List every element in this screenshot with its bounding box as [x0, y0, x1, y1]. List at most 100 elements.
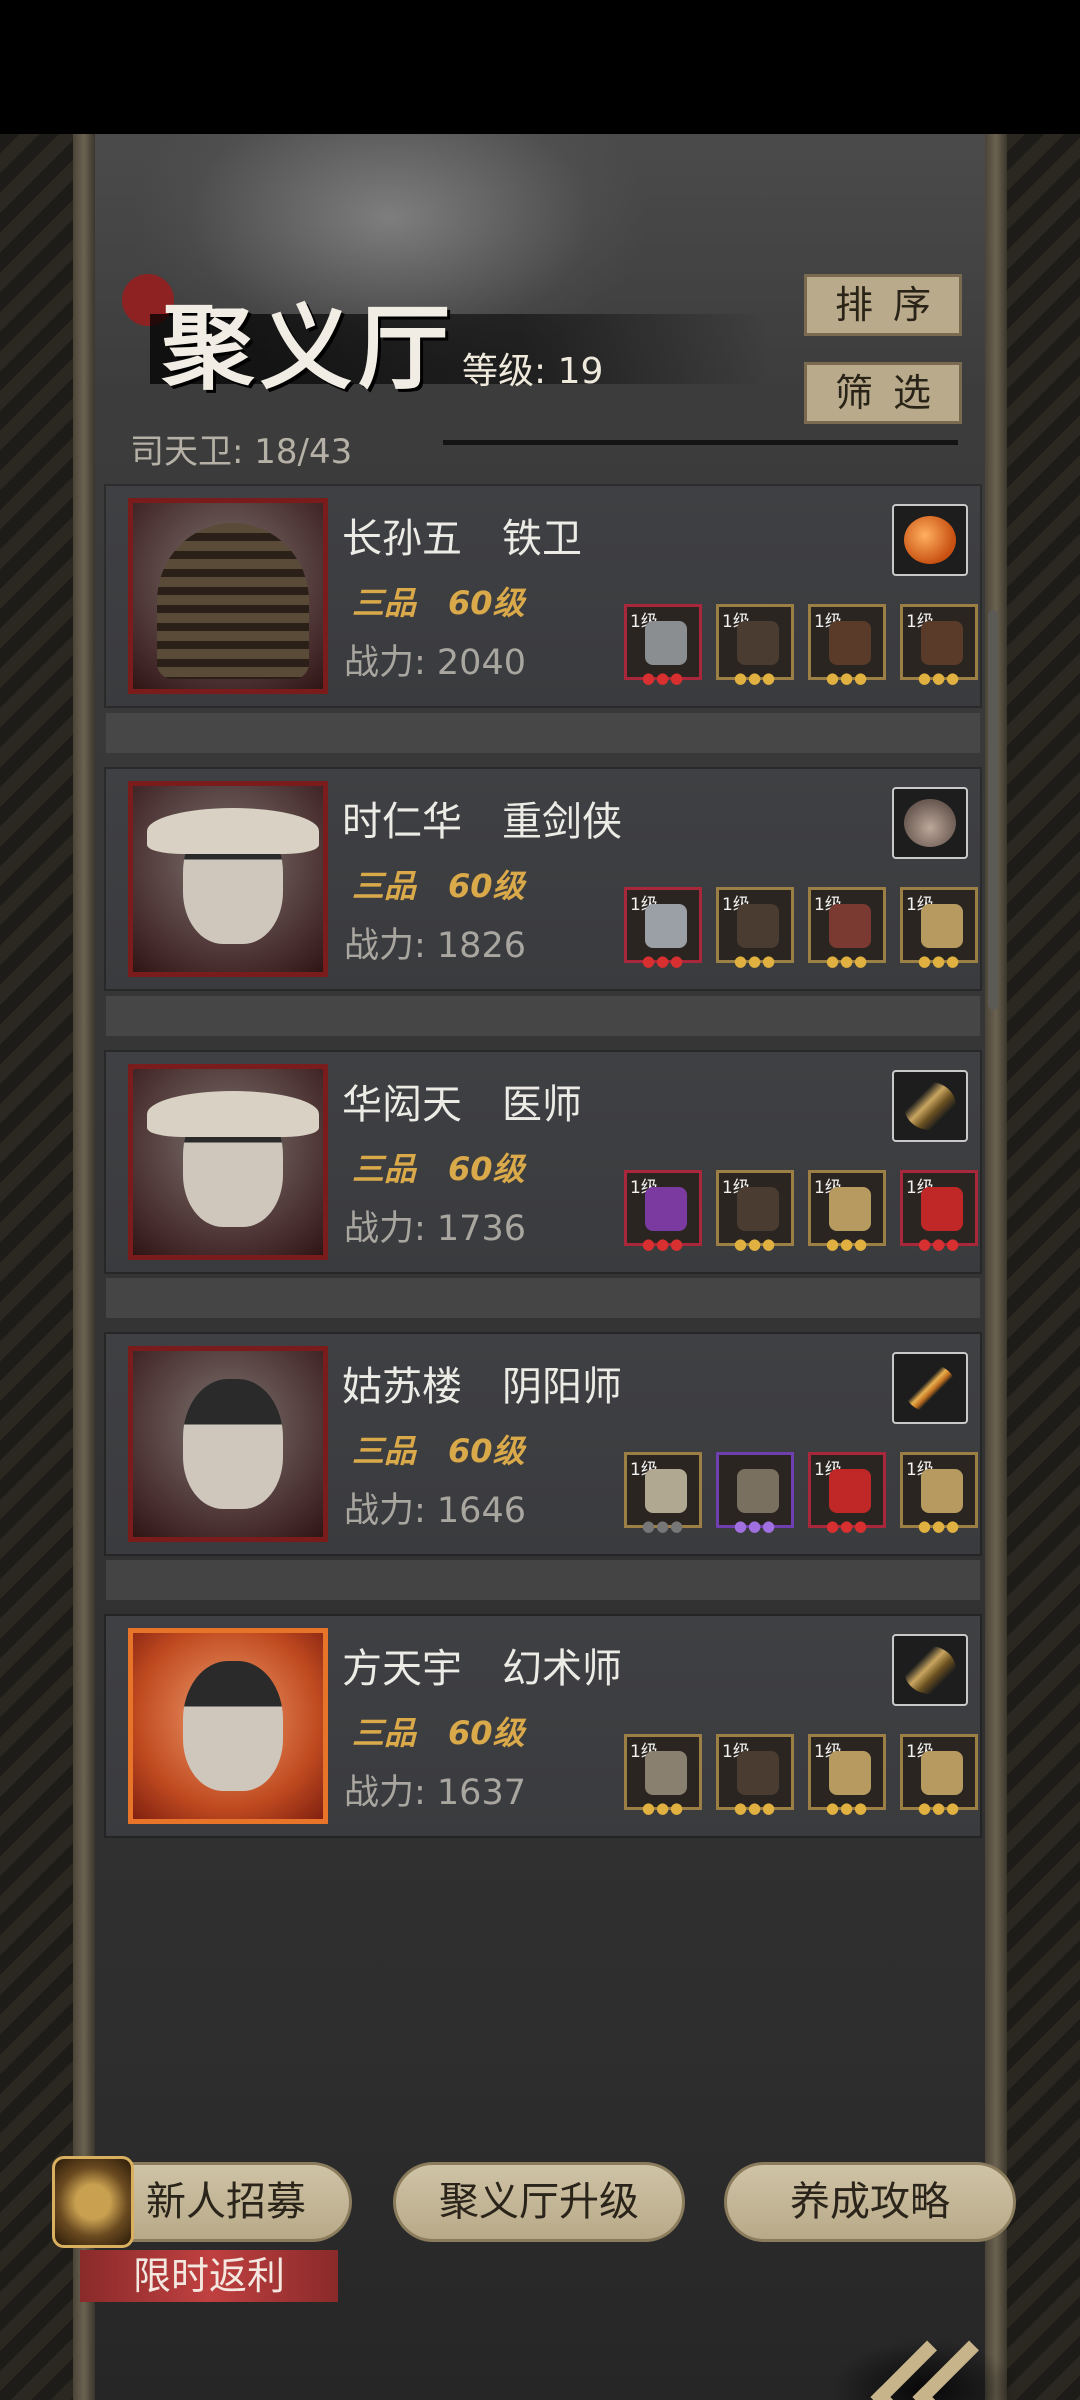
equipment-slot[interactable]: 1级 ●●●: [900, 1734, 978, 1816]
hero-name: 华闳天 医师: [342, 1082, 582, 1128]
armor-icon: [737, 621, 779, 665]
filter-button[interactable]: 筛选: [804, 362, 962, 424]
treasure-slot[interactable]: [892, 1070, 968, 1142]
treasure-slot[interactable]: [892, 504, 968, 576]
limited-rebate-badge[interactable]: 限时返利: [80, 2250, 338, 2302]
wand-icon: [904, 1364, 956, 1412]
hero-rank: 三品 60级: [352, 1150, 525, 1188]
star-dots-icon: ●●●: [825, 1235, 869, 1253]
mask-icon: [829, 904, 871, 948]
glove-icon: [829, 1469, 871, 1513]
sword-icon: [645, 904, 687, 948]
hero-power: 战力: 1736: [344, 1209, 526, 1249]
page-title: 聚义厅: [162, 294, 457, 402]
star-dots-icon: ●●●: [825, 952, 869, 970]
equipment-slot[interactable]: 1级 ●●●: [808, 1170, 886, 1252]
equipment-slot[interactable]: 1级 ●●●: [716, 604, 794, 686]
card-separator: [106, 996, 980, 1036]
list-scrollbar[interactable]: [988, 610, 998, 1010]
sort-button[interactable]: 排序: [804, 274, 962, 336]
hero-card[interactable]: 华闳天 医师 三品 60级 战力: 1736 1级 ●●● 1级 ●●● 1级 ●●● 1级 ●●●: [106, 1052, 980, 1272]
pouch-icon: [829, 1751, 871, 1795]
star-dots-icon: ●●●: [733, 1799, 777, 1817]
hero-portrait[interactable]: [128, 498, 328, 694]
hero-portrait[interactable]: [128, 1064, 328, 1260]
star-dots-icon: ●●●: [917, 952, 961, 970]
hero-power: 战力: 1637: [344, 1773, 526, 1813]
card-separator: [106, 713, 980, 753]
equipment-slot[interactable]: 1级 ●●●: [808, 887, 886, 969]
feather-icon: [904, 1646, 956, 1694]
armor-icon: [737, 904, 779, 948]
equipment-slot[interactable]: 1级 ●●●: [808, 1734, 886, 1816]
equipment-slot[interactable]: 1级 ●●●: [716, 1170, 794, 1252]
hero-power: 战力: 1646: [344, 1491, 526, 1531]
hero-face: [183, 1661, 283, 1791]
training-guide-button[interactable]: 养成攻略: [724, 2162, 1016, 2242]
pouch-icon: [921, 1469, 963, 1513]
robe-icon: [737, 1469, 779, 1513]
card-separator: [106, 1278, 980, 1318]
star-dots-icon: ●●●: [733, 669, 777, 687]
hero-card[interactable]: 方天宇 幻术师 三品 60级 战力: 1637 1级 ●●● 1级 ●●● 1级 ●●● 1级 ●●…: [106, 1616, 980, 1836]
hero-portrait[interactable]: [128, 1628, 328, 1824]
star-dots-icon: ●●●: [917, 1517, 961, 1535]
star-dots-icon: ●●●: [917, 1799, 961, 1817]
scythe-icon: [645, 1751, 687, 1795]
hero-card[interactable]: 姑苏楼 阴阳师 三品 60级 战力: 1646 1级 ●●● ●●● 1级 ●●● 1级 ●●●: [106, 1334, 980, 1554]
gourd-icon: [645, 1187, 687, 1231]
status-bar: [0, 0, 1080, 134]
feather-icon: [904, 1082, 956, 1130]
back-button[interactable]: [830, 2330, 1020, 2400]
hero-rank: 三品 60级: [352, 1432, 525, 1470]
equipment-slot[interactable]: 1级 ●●●: [624, 604, 702, 686]
equipment-slot[interactable]: 1级 ●●●: [900, 604, 978, 686]
staff-icon: [645, 1469, 687, 1513]
card-separator: [106, 1560, 980, 1600]
equipment-slot[interactable]: 1级 ●●●: [624, 887, 702, 969]
pouch-icon: [921, 904, 963, 948]
star-dots-icon: ●●●: [733, 1517, 777, 1535]
equipment-slot[interactable]: 1级 ●●●: [808, 1452, 886, 1534]
armor-icon: [737, 1187, 779, 1231]
equipment-slot[interactable]: 1级 ●●●: [900, 1170, 978, 1252]
rabbit-icon: [904, 799, 956, 847]
equipment-slot[interactable]: 1级 ●●●: [624, 1734, 702, 1816]
hero-portrait[interactable]: [128, 781, 328, 977]
equipment-slot[interactable]: 1级 ●●●: [624, 1452, 702, 1534]
equipment-slot[interactable]: 1级 ●●●: [716, 887, 794, 969]
treasure-slot[interactable]: [892, 787, 968, 859]
star-dots-icon: ●●●: [825, 669, 869, 687]
star-dots-icon: ●●●: [733, 1235, 777, 1253]
straw-hat: [147, 808, 319, 854]
hero-rank: 三品 60级: [352, 867, 525, 905]
hall-level: 等级: 19: [462, 351, 604, 392]
left-frame: [0, 134, 95, 2400]
straw-hat: [147, 1091, 319, 1137]
hero-name: 方天宇 幻术师: [342, 1646, 622, 1692]
recruit-token-icon[interactable]: [52, 2156, 134, 2248]
equipment-slot[interactable]: 1级 ●●●: [900, 887, 978, 969]
amber-gem-icon: [904, 516, 956, 564]
star-dots-icon: ●●●: [641, 1235, 685, 1253]
hero-card[interactable]: 时仁华 重剑侠 三品 60级 战力: 1826 1级 ●●● 1级 ●●● 1级 ●●● 1级 ●●…: [106, 769, 980, 989]
guard-count: 司天卫: 18/43: [130, 432, 353, 472]
equipment-slot[interactable]: ●●●: [716, 1452, 794, 1534]
treasure-slot[interactable]: [892, 1352, 968, 1424]
hall-upgrade-button[interactable]: 聚义厅升级: [393, 2162, 685, 2242]
armor-figure: [157, 523, 309, 679]
equipment-slot[interactable]: 1级 ●●●: [808, 604, 886, 686]
star-dots-icon: ●●●: [733, 952, 777, 970]
treasure-slot[interactable]: [892, 1634, 968, 1706]
star-dots-icon: ●●●: [641, 1517, 685, 1535]
glove-icon: [921, 1187, 963, 1231]
pouch-icon: [829, 1187, 871, 1231]
pouch-icon: [921, 1751, 963, 1795]
divider: [443, 440, 958, 445]
hero-portrait[interactable]: [128, 1346, 328, 1542]
equipment-slot[interactable]: 1级 ●●●: [624, 1170, 702, 1252]
equipment-slot[interactable]: 1级 ●●●: [900, 1452, 978, 1534]
equipment-slot[interactable]: 1级 ●●●: [716, 1734, 794, 1816]
hero-card[interactable]: 长孙五 铁卫 三品 60级 战力: 2040 1级 ●●● 1级 ●●● 1级 ●●● 1级 ●●●: [106, 486, 980, 706]
hall-screen: 聚义厅 等级: 19 司天卫: 18/43 排序 筛选 长孙五 铁卫 三品 60级…: [0, 134, 1080, 2400]
